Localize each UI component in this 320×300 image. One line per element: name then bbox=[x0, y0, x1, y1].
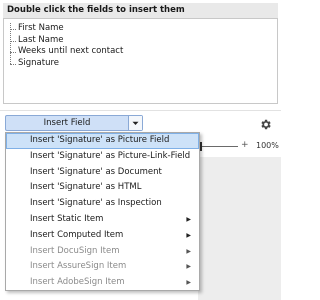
menu-item-label: Insert 'Signature' as Picture Field bbox=[30, 135, 170, 145]
menu-item-insert-computed-item[interactable]: Insert Computed Item ▶ bbox=[6, 228, 199, 244]
menu-item-label: Insert 'Signature' as Picture-Link-Field bbox=[30, 150, 191, 161]
status-area bbox=[198, 157, 281, 300]
fields-list[interactable]: First Name Last Name Weeks until next co… bbox=[3, 18, 278, 104]
menu-item-insert-as-html[interactable]: Insert 'Signature' as HTML bbox=[6, 180, 199, 196]
menu-item-insert-assuresign-item: Insert AssureSign Item ▶ bbox=[6, 259, 199, 275]
fields-tree: First Name Last Name Weeks until next co… bbox=[10, 23, 277, 69]
submenu-arrow-icon: ▶ bbox=[186, 215, 191, 223]
gear-icon[interactable] bbox=[257, 116, 273, 132]
insert-field-menu: Insert 'Signature' as Picture Field Inse… bbox=[5, 132, 200, 291]
chevron-down-icon[interactable] bbox=[128, 116, 142, 130]
insert-field-label: Insert Field bbox=[43, 118, 91, 128]
menu-item-label: Insert AssureSign Item bbox=[30, 261, 127, 272]
submenu-arrow-icon: ▶ bbox=[186, 263, 191, 271]
menu-item-label: Insert DocuSign Item bbox=[30, 245, 120, 256]
menu-item-label: Insert AdobeSign Item bbox=[30, 277, 125, 288]
menu-item-insert-as-document[interactable]: Insert 'Signature' as Document bbox=[6, 165, 199, 181]
submenu-arrow-icon: ▶ bbox=[186, 279, 191, 287]
menu-item-insert-as-picture-link-field[interactable]: Insert 'Signature' as Picture-Link-Field bbox=[6, 149, 199, 165]
submenu-arrow-icon: ▶ bbox=[186, 231, 191, 239]
divider bbox=[0, 110, 281, 111]
zoom-slider-thumb[interactable] bbox=[200, 142, 202, 151]
insert-field-button[interactable]: Insert Field bbox=[5, 115, 143, 131]
menu-item-label: Insert Static Item bbox=[30, 213, 104, 224]
fields-panel-header: Double click the fields to insert them bbox=[3, 3, 278, 18]
zoom-level: 100% bbox=[256, 141, 279, 150]
field-item-weeks-until-next-contact[interactable]: Weeks until next contact bbox=[10, 46, 277, 58]
field-item-signature[interactable]: Signature bbox=[10, 58, 277, 70]
menu-item-insert-docusign-item: Insert DocuSign Item ▶ bbox=[6, 244, 199, 260]
menu-item-insert-static-item[interactable]: Insert Static Item ▶ bbox=[6, 212, 199, 228]
submenu-arrow-icon: ▶ bbox=[186, 247, 191, 255]
field-item-last-name[interactable]: Last Name bbox=[10, 35, 277, 47]
menu-item-insert-adobesign-item: Insert AdobeSign Item ▶ bbox=[6, 275, 199, 291]
menu-item-label: Insert 'Signature' as Inspection bbox=[30, 198, 162, 209]
zoom-in-button[interactable]: + bbox=[241, 140, 249, 150]
field-item-first-name[interactable]: First Name bbox=[10, 23, 277, 35]
menu-item-insert-as-inspection[interactable]: Insert 'Signature' as Inspection bbox=[6, 196, 199, 212]
zoom-slider-track[interactable] bbox=[200, 146, 238, 147]
menu-item-insert-as-picture-field[interactable]: Insert 'Signature' as Picture Field bbox=[6, 133, 199, 149]
menu-item-label: Insert 'Signature' as Document bbox=[30, 166, 162, 177]
menu-item-label: Insert Computed Item bbox=[30, 229, 124, 240]
menu-item-label: Insert 'Signature' as HTML bbox=[30, 182, 142, 193]
